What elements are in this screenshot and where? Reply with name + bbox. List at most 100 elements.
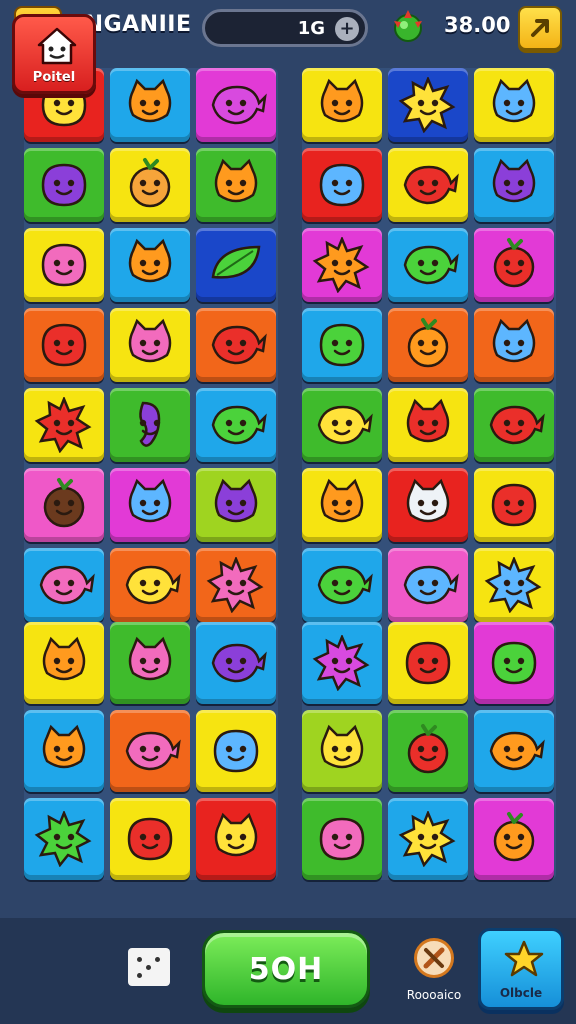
tile-red-blob[interactable] <box>474 468 554 542</box>
tile-pink-cat[interactable] <box>110 622 190 704</box>
tile-red-blob[interactable] <box>110 798 190 880</box>
add-moves-button[interactable]: + <box>335 17 359 41</box>
tile-orange-cat[interactable] <box>302 468 382 542</box>
resources-label: Roooaico <box>406 988 462 1002</box>
orange-cat-icon <box>42 636 86 681</box>
yellow-cat-icon <box>214 812 258 857</box>
board-bottom-right <box>302 622 556 880</box>
tile-green-bird[interactable] <box>388 228 468 302</box>
red-fruit-icon <box>407 724 449 774</box>
home-label: Poitel <box>32 70 76 85</box>
tile-red-blob[interactable] <box>388 622 468 704</box>
tile-magenta-star[interactable] <box>302 622 382 704</box>
tile-fruit-basket[interactable] <box>110 148 190 222</box>
tile-green-leaf[interactable] <box>196 228 276 302</box>
tile-pink-star[interactable] <box>196 548 276 622</box>
tile-purple-blob[interactable] <box>24 148 104 222</box>
tile-green-blob[interactable] <box>302 308 382 382</box>
tile-orange-fruit[interactable] <box>388 308 468 382</box>
tile-green-blob[interactable] <box>474 622 554 704</box>
tile-green-bird[interactable] <box>196 388 276 462</box>
tile-red-blob[interactable] <box>24 308 104 382</box>
blue-blob-icon <box>213 729 259 773</box>
orange-cat-icon <box>214 158 258 203</box>
tools-icon <box>414 938 454 978</box>
tile-purple-cat[interactable] <box>196 468 276 542</box>
red-fish-icon <box>403 165 459 205</box>
tile-yellow-cat[interactable] <box>196 798 276 880</box>
orange-fox-icon <box>42 724 86 769</box>
tile-pink-blob[interactable] <box>302 798 382 880</box>
home-button[interactable]: Poitel <box>12 14 96 94</box>
tile-pink-fish[interactable] <box>110 710 190 792</box>
orange-star-icon <box>312 237 370 293</box>
tile-red-fish[interactable] <box>196 308 276 382</box>
green-fish-icon <box>317 565 373 605</box>
tile-pink-blob[interactable] <box>24 228 104 302</box>
tile-yellow-cat[interactable] <box>302 710 382 792</box>
purple-blob-icon <box>41 163 87 207</box>
tile-orange-cat[interactable] <box>24 622 104 704</box>
green-bird-icon <box>403 245 459 285</box>
tile-pink-cat[interactable] <box>110 308 190 382</box>
share-button[interactable] <box>518 6 562 50</box>
tile-orange-cat[interactable] <box>110 228 190 302</box>
tile-blue-blob[interactable] <box>302 148 382 222</box>
green-star-icon <box>34 811 92 867</box>
goals-label: Olbcle <box>499 986 543 1000</box>
pink-blob-icon <box>319 817 365 861</box>
tile-purple-cat[interactable] <box>474 148 554 222</box>
tile-purple-seahorse[interactable] <box>110 388 190 462</box>
white-cat-icon <box>406 478 450 523</box>
tile-orange-fox[interactable] <box>24 710 104 792</box>
red-cat-icon <box>406 398 450 443</box>
tile-orange-cat[interactable] <box>110 68 190 142</box>
tile-orange-fish[interactable] <box>474 710 554 792</box>
tile-red-star[interactable] <box>24 388 104 462</box>
red-blob-icon <box>41 323 87 367</box>
green-gem-icon <box>394 10 422 42</box>
tile-green-fish[interactable] <box>302 548 382 622</box>
tile-red-fruit[interactable] <box>474 228 554 302</box>
tile-brown-fruit[interactable] <box>24 468 104 542</box>
magenta-bird-icon <box>211 85 267 125</box>
board-bottom-left <box>24 622 278 880</box>
tile-red-cat[interactable] <box>388 388 468 462</box>
tile-blue-blob[interactable] <box>196 710 276 792</box>
green-blob-icon <box>491 641 537 685</box>
tile-yellow-star[interactable] <box>388 798 468 880</box>
tile-blue-star[interactable] <box>474 548 554 622</box>
blue-cat-icon <box>492 78 536 123</box>
play-button[interactable]: 5OH <box>202 930 370 1008</box>
tile-blue-bird[interactable] <box>388 548 468 622</box>
tile-blue-cat[interactable] <box>474 308 554 382</box>
tile-purple-fish[interactable] <box>196 622 276 704</box>
purple-seahorse-icon <box>139 401 161 447</box>
tile-green-star[interactable] <box>24 798 104 880</box>
tile-magenta-bird[interactable] <box>196 68 276 142</box>
tile-red-fish[interactable] <box>388 148 468 222</box>
tile-yellow-bird[interactable] <box>302 388 382 462</box>
tile-white-cat[interactable] <box>388 468 468 542</box>
tile-orange-cat[interactable] <box>196 148 276 222</box>
tile-yellow-fish[interactable] <box>110 548 190 622</box>
pink-cat-icon <box>128 636 172 681</box>
house-icon <box>37 27 77 65</box>
tile-yellow-sun[interactable] <box>388 68 468 142</box>
tile-red-fruit[interactable] <box>388 710 468 792</box>
tile-orange-cat[interactable] <box>302 68 382 142</box>
goals-button[interactable]: Olbcle <box>478 928 564 1010</box>
arrow-up-right-icon <box>531 19 549 37</box>
dice-icon[interactable] <box>128 948 170 986</box>
tile-blue-cat[interactable] <box>474 68 554 142</box>
fruit-basket-icon <box>129 158 171 208</box>
tile-orange-star[interactable] <box>302 228 382 302</box>
tile-orange-fruit[interactable] <box>474 798 554 880</box>
tile-pink-bird[interactable] <box>24 548 104 622</box>
purple-fish-icon <box>211 643 267 683</box>
red-blob-icon <box>127 817 173 861</box>
red-fish-icon <box>211 325 267 365</box>
resources-button[interactable]: Roooaico <box>394 938 474 1008</box>
tile-red-fish[interactable] <box>474 388 554 462</box>
tile-blue-cat[interactable] <box>110 468 190 542</box>
